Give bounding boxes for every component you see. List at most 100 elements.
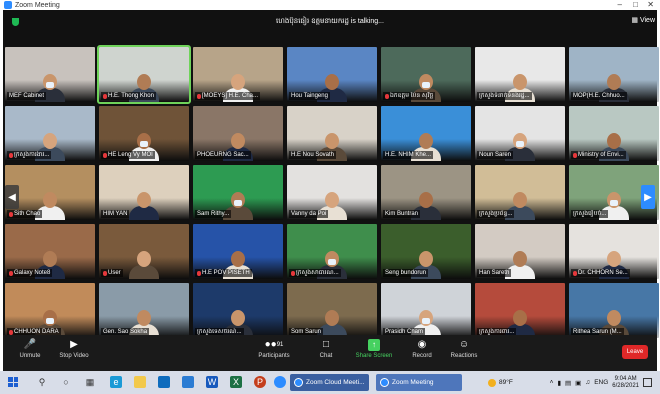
battery-icon[interactable]: ▮ <box>557 379 561 387</box>
stop-video-button[interactable]: ▶ Stop Video <box>49 339 99 359</box>
task-zoom-cloud-label: Zoom Cloud Meeti... <box>306 379 365 386</box>
participant-name-label: PHOEURNG Sac... <box>195 151 251 159</box>
participant-tile[interactable]: Hou Taingeng <box>287 47 377 102</box>
edge-icon[interactable]: e <box>110 376 122 388</box>
participant-name: H.E Nou Sovath <box>291 152 335 158</box>
participant-name-label: HE Leng Vy MOI <box>101 151 155 159</box>
participant-tile[interactable]: Vanny da Poi <box>287 165 377 220</box>
participant-tile[interactable]: Rithea Sarun (M... <box>569 283 659 338</box>
sun-icon <box>488 378 496 387</box>
participants-icon: ●● 91 <box>264 339 284 350</box>
participants-button[interactable]: ●● 91 Participants <box>249 339 299 359</box>
participant-name: H.E POV PISETH <box>202 270 250 276</box>
participant-tile[interactable]: ក្រសួងទេសចរណ៍... <box>193 283 283 338</box>
participant-tile[interactable]: CHHUON DARA <box>5 283 95 338</box>
mail-icon[interactable] <box>182 376 194 388</box>
cortana-icon[interactable]: ○ <box>60 376 72 388</box>
participant-name: Dr. CHHORN Se... <box>578 270 628 276</box>
chat-button[interactable]: □ Chat <box>301 339 351 359</box>
participant-tile[interactable]: [MOEYS] H.E. Cha... <box>193 47 283 102</box>
participant-tile[interactable]: Ministry of Envi... <box>569 106 659 161</box>
participant-tile[interactable]: ក្រសួងការពារ... <box>475 283 565 338</box>
reactions-button[interactable]: ☺ Reactions <box>439 339 489 359</box>
participant-tile[interactable]: Kim Buntran <box>381 165 471 220</box>
participant-tile[interactable]: H.E POV PISETH <box>193 224 283 279</box>
participant-tile[interactable]: Prasidh Cham <box>381 283 471 338</box>
powerpoint-icon[interactable]: P <box>254 376 266 388</box>
participant-tile[interactable]: Som Sarun <box>287 283 377 338</box>
word-icon[interactable]: W <box>206 376 218 388</box>
participant-name: HE Leng Vy MOI <box>108 152 153 158</box>
participant-tile[interactable]: Noun Saren <box>475 106 565 161</box>
share-screen-icon: ↑ <box>368 339 380 351</box>
language-indicator[interactable]: ENG <box>594 379 608 386</box>
participant-tile[interactable]: H.E Nou Sovath <box>287 106 377 161</box>
file-explorer-icon[interactable] <box>134 376 146 388</box>
share-screen-button[interactable]: ↑ Share Screen <box>349 339 399 359</box>
participant-tile[interactable]: ឯកឧត្តម ប៉ែន សុវិច្ឆ <box>381 47 471 102</box>
next-page-arrow-icon[interactable]: ▶ <box>641 185 655 209</box>
network-icon[interactable]: ▤ <box>565 379 571 387</box>
participant-tile[interactable]: ក្រសួងទំនាក់ទំនងរដ្ឋ... <box>475 47 565 102</box>
participant-name: Ministry of Envi... <box>578 152 624 158</box>
participant-name: Sith Chao <box>14 211 41 217</box>
mic-muted-icon <box>291 270 295 276</box>
store-icon[interactable] <box>158 376 170 388</box>
participant-tile[interactable]: Dr. CHHORN Se... <box>569 224 659 279</box>
participant-name-label: Han Sareth <box>477 269 512 277</box>
task-zoom-cloud-meetings[interactable]: Zoom Cloud Meeti... <box>290 374 369 391</box>
participant-tile[interactable]: ក្រសួងការងារ... <box>5 106 95 161</box>
participant-name: User <box>108 270 121 276</box>
notification-icon[interactable] <box>643 378 652 387</box>
participant-tile[interactable]: Seng bundorun <box>381 224 471 279</box>
mic-muted-icon <box>9 270 13 276</box>
participant-tile[interactable]: User <box>99 224 189 279</box>
reactions-label: Reactions <box>450 353 478 359</box>
search-icon[interactable]: ⚲ <box>36 376 48 388</box>
excel-icon[interactable]: X <box>230 376 242 388</box>
participant-name-label: Hou Taingeng <box>289 92 330 100</box>
clock-date: 6/28/2021 <box>612 382 639 389</box>
participant-tile[interactable]: HIM YAN <box>99 165 189 220</box>
participant-tile[interactable]: Galaxy Note8 <box>5 224 95 279</box>
clock[interactable]: 9:04 AM 6/28/2021 <box>612 376 639 390</box>
task-view-icon[interactable]: ▦ <box>84 376 96 388</box>
chat-label: Chat <box>319 353 333 359</box>
participant-name-label: [MOEYS] H.E. Cha... <box>195 92 261 100</box>
participant-tile[interactable]: Han Sareth <box>475 224 565 279</box>
mic-muted-icon <box>103 152 107 158</box>
volume-icon[interactable]: ♫ <box>585 379 590 386</box>
windows-start-icon[interactable] <box>8 377 18 387</box>
participant-tile[interactable]: MEF Cabinet <box>5 47 95 102</box>
participant-name-label: Ministry of Envi... <box>571 151 626 159</box>
participant-tile[interactable]: ក្រសួងសាធារណ... <box>287 224 377 279</box>
view-label: View <box>639 17 655 24</box>
participant-name: Kim Buntran <box>385 211 419 217</box>
unmute-button[interactable]: 🎤 Unmute <box>5 339 55 359</box>
participant-tile[interactable]: ក្រសួងប្រព័ន្ធ... <box>475 165 565 220</box>
weather-widget[interactable]: 89°F <box>488 374 513 391</box>
close-icon[interactable]: ✕ <box>647 0 654 10</box>
chevron-up-icon[interactable]: ˄ <box>550 379 554 386</box>
leave-button[interactable]: Leave <box>622 345 648 359</box>
participant-tile[interactable]: MOP(H.E. Chhuo... <box>569 47 659 102</box>
minimize-icon[interactable]: – <box>618 0 622 10</box>
participant-tile[interactable]: HE Leng Vy MOI <box>99 106 189 161</box>
gallery-grid: MEF Cabinet H.E. Thong Khon [MOEYS] H.E. C… <box>3 45 659 341</box>
zoom-taskbar-icon[interactable] <box>274 376 286 388</box>
participant-tile[interactable]: Sam Rithy... <box>193 165 283 220</box>
participant-tile[interactable]: PHOEURNG Sac... <box>193 106 283 161</box>
view-button[interactable]: ▦ View <box>631 16 655 24</box>
clock-time: 9:04 AM <box>614 375 637 382</box>
participant-tile[interactable]: H.E. Thong Khon <box>97 45 191 104</box>
participant-tile[interactable]: Gen. Sao Sokha <box>99 283 189 338</box>
maximize-icon[interactable]: □ <box>633 0 638 10</box>
display-icon[interactable]: ▣ <box>575 379 581 387</box>
participant-tile[interactable]: H.E. NHIM Khe... <box>381 106 471 161</box>
task-zoom-meeting[interactable]: Zoom Meeting <box>376 374 462 391</box>
zoom-icon <box>380 378 389 387</box>
mic-muted-icon <box>573 152 577 158</box>
window-title: Zoom Meeting <box>15 1 60 9</box>
prev-page-arrow-icon[interactable]: ◀ <box>5 185 19 209</box>
mic-muted-icon <box>197 93 201 99</box>
